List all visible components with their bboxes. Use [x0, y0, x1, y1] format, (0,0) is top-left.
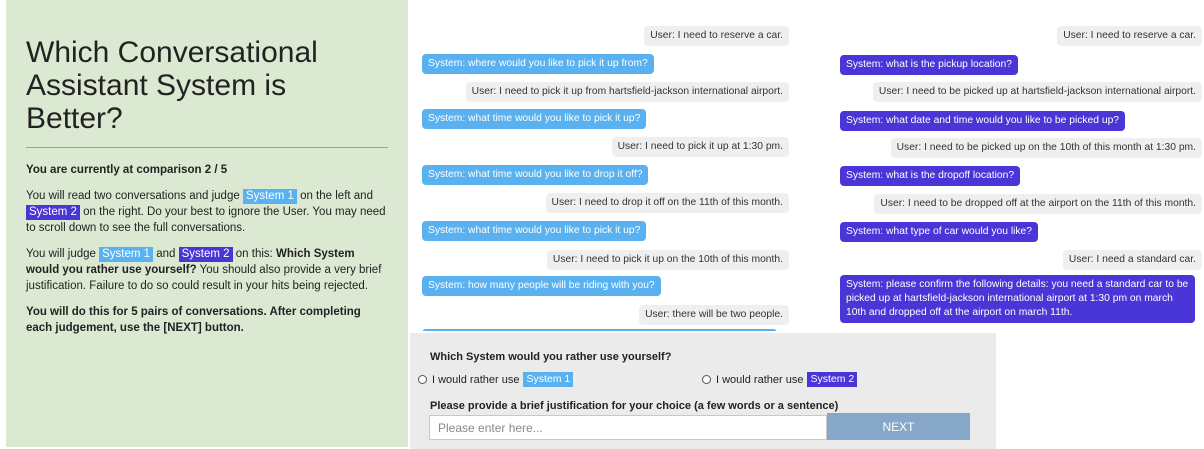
chat-message-system: System: what is the dropoff location?	[840, 166, 1021, 186]
chat-message-user: User: I need to pick it up from hartsfie…	[465, 82, 789, 102]
system1-tag: System 1	[523, 372, 574, 387]
instructions-panel: Which Conversational Assistant System is…	[6, 0, 408, 447]
chat-message-system: System: what type of car would you like?	[840, 222, 1039, 242]
option-label: I would rather use	[716, 373, 804, 386]
text: on the left and	[296, 190, 373, 202]
chat-message-system: System: please confirm the following det…	[840, 275, 1195, 323]
chat-message-system: System: what time would you like to drop…	[422, 165, 649, 185]
user-term: User	[282, 206, 307, 218]
page-title: Which Conversational Assistant System is…	[26, 36, 318, 135]
chat-message-user: User: I need to drop it off on the 11th …	[545, 193, 789, 213]
answer-panel: Which System would you rather use yourse…	[410, 333, 996, 449]
chat-message-user: User: I need to pick it up at 1:30 pm.	[611, 137, 789, 157]
radio-button-system-1[interactable]	[418, 375, 427, 384]
question-label: Which System would you rather use yourse…	[430, 351, 672, 363]
justification-label: Please provide a brief justification for…	[430, 400, 839, 412]
chat-message-user: User: I need a standard car.	[1062, 250, 1202, 270]
text: You will judge	[26, 248, 100, 260]
system1-tag: System 1	[99, 247, 154, 262]
system2-tag: System 2	[178, 247, 233, 262]
radio-button-system-2[interactable]	[702, 375, 711, 384]
system2-tag: System 2	[807, 372, 858, 387]
chat-message-system-partial	[422, 329, 777, 331]
system1-tag: System 1	[242, 189, 297, 204]
text: and	[153, 248, 179, 260]
progress-text: You are currently at comparison 2 / 5	[26, 164, 228, 176]
chat-message-user: User: I need to be picked up on the 10th…	[890, 138, 1202, 158]
instructions-paragraph-3: You will do this for 5 pairs of conversa…	[26, 306, 361, 334]
chat-message-user: User: I need to reserve a car.	[1057, 26, 1202, 46]
justification-input[interactable]	[429, 415, 827, 440]
instructions-paragraph-2: You will judge System 1 and System 2 on …	[26, 246, 388, 294]
chat-message-system: System: what time would you like to pick…	[422, 221, 647, 241]
option-system-2[interactable]: I would rather use System 2	[702, 372, 858, 387]
title-divider	[26, 147, 388, 148]
option-system-1[interactable]: I would rather use System 1	[418, 372, 574, 387]
option-label: I would rather use	[432, 373, 520, 386]
chat-message-user: User: I need to reserve a car.	[644, 26, 789, 46]
conversation-system-2[interactable]: User: I need to reserve a car. System: w…	[832, 0, 1204, 331]
chat-message-user: User: I need to be dropped off at the ai…	[874, 194, 1202, 214]
chat-message-user: User: there will be two people.	[639, 305, 789, 325]
chat-message-user: User: I need to pick it up on the 10th o…	[546, 250, 789, 270]
chat-message-system: System: what time would you like to pick…	[422, 109, 647, 129]
instructions-paragraph-1: You will read two conversations and judg…	[26, 188, 388, 236]
chat-message-system: System: how many people will be riding w…	[422, 276, 661, 296]
chat-message-system: System: what is the pickup location?	[840, 55, 1018, 75]
text: on the right. Do your best to ignore the	[79, 206, 283, 218]
next-button[interactable]: NEXT	[827, 413, 970, 440]
system2-tag: System 2	[26, 205, 80, 220]
chat-message-system: System: where would you like to pick it …	[422, 54, 654, 74]
conversation-system-1[interactable]: User: I need to reserve a car. System: w…	[412, 0, 794, 331]
chat-message-system: System: what date and time would you lik…	[840, 111, 1126, 131]
chat-message-user: User: I need to be picked up at hartsfie…	[872, 82, 1202, 102]
text: You will read two conversations and judg…	[26, 190, 243, 202]
text: on this:	[232, 248, 277, 260]
